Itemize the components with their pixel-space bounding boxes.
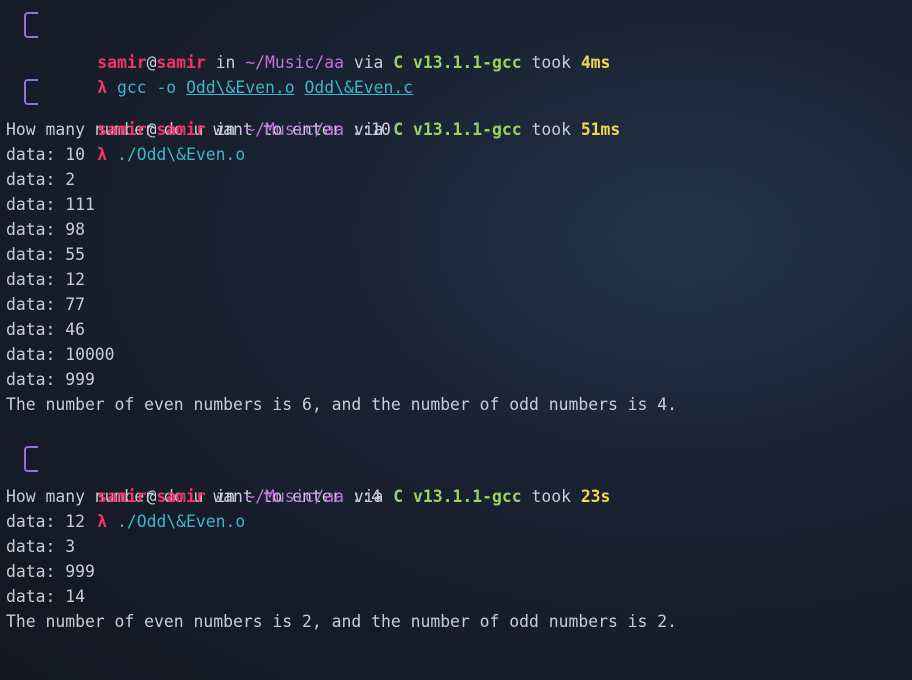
prompt-user: samir <box>97 120 147 139</box>
prompt-bracket-bottom <box>24 457 38 472</box>
prompt-took: took <box>521 120 581 139</box>
prompt-at: @ <box>146 487 157 506</box>
command-line: λ gcc -o Odd\&Even.o Odd\&Even.c <box>0 23 912 97</box>
output-line: data: 12 <box>6 270 85 289</box>
output-line: data: 111 <box>6 195 95 214</box>
lambda-icon: λ <box>97 145 108 164</box>
prompt-user: samir <box>97 487 147 506</box>
session-block: samir@samir in ~/Music/aa via C v13.1.1-… <box>0 67 912 417</box>
prompt-via: via <box>343 487 394 506</box>
output-line: data: 98 <box>6 220 85 239</box>
command-text: ./Odd\&Even.o <box>116 145 246 164</box>
prompt-lang: C v13.1.1-gcc <box>393 120 522 139</box>
prompt-lang: C v13.1.1-gcc <box>393 487 522 506</box>
session-block: samir@samir in ~/Music/aa via C v13.1.1-… <box>0 0 912 97</box>
prompt-host: samir <box>156 487 206 506</box>
terminal-window[interactable]: samir@samir in ~/Music/aa via C v13.1.1-… <box>0 0 912 680</box>
prompt-in: in <box>205 487 246 506</box>
prompt-at: @ <box>146 120 157 139</box>
command-text: ./Odd\&Even.o <box>116 512 246 531</box>
prompt-dir: ~/Music/aa <box>245 487 344 506</box>
output-line: data: 10000 <box>6 345 115 364</box>
prompt-bracket-bottom <box>24 90 38 105</box>
command-line: λ ./Odd\&Even.o <box>0 457 912 531</box>
prompt-via: via <box>343 120 394 139</box>
prompt-duration: 51ms <box>580 120 621 139</box>
output-line: data: 2 <box>6 170 76 189</box>
prompt-duration: 23s <box>580 487 611 506</box>
session-block: samir@samir in ~/Music/aa via C v13.1.1-… <box>0 434 912 634</box>
output-line: data: 77 <box>6 295 85 314</box>
output-line: The number of even numbers is 6, and the… <box>6 395 678 414</box>
prompt-took: took <box>521 487 581 506</box>
prompt-line: samir@samir in ~/Music/aa via C v13.1.1-… <box>0 67 912 139</box>
prompt-line: samir@samir in ~/Music/aa via C v13.1.1-… <box>0 0 912 72</box>
prompt-line: samir@samir in ~/Music/aa via C v13.1.1-… <box>0 434 912 506</box>
output-line: data: 46 <box>6 320 85 339</box>
output-line: data: 3 <box>6 537 76 556</box>
output-line: data: 999 <box>6 370 95 389</box>
lambda-icon: λ <box>97 512 108 531</box>
prompt-in: in <box>205 120 246 139</box>
output-line: The number of even numbers is 2, and the… <box>6 612 678 631</box>
prompt-dir: ~/Music/aa <box>245 120 344 139</box>
command-line: λ ./Odd\&Even.o <box>0 90 912 164</box>
prompt-bracket-bottom <box>24 23 38 38</box>
output-line: data: 14 <box>6 587 85 606</box>
output-line: data: 999 <box>6 562 95 581</box>
output-line: data: 55 <box>6 245 85 264</box>
prompt-host: samir <box>156 120 206 139</box>
